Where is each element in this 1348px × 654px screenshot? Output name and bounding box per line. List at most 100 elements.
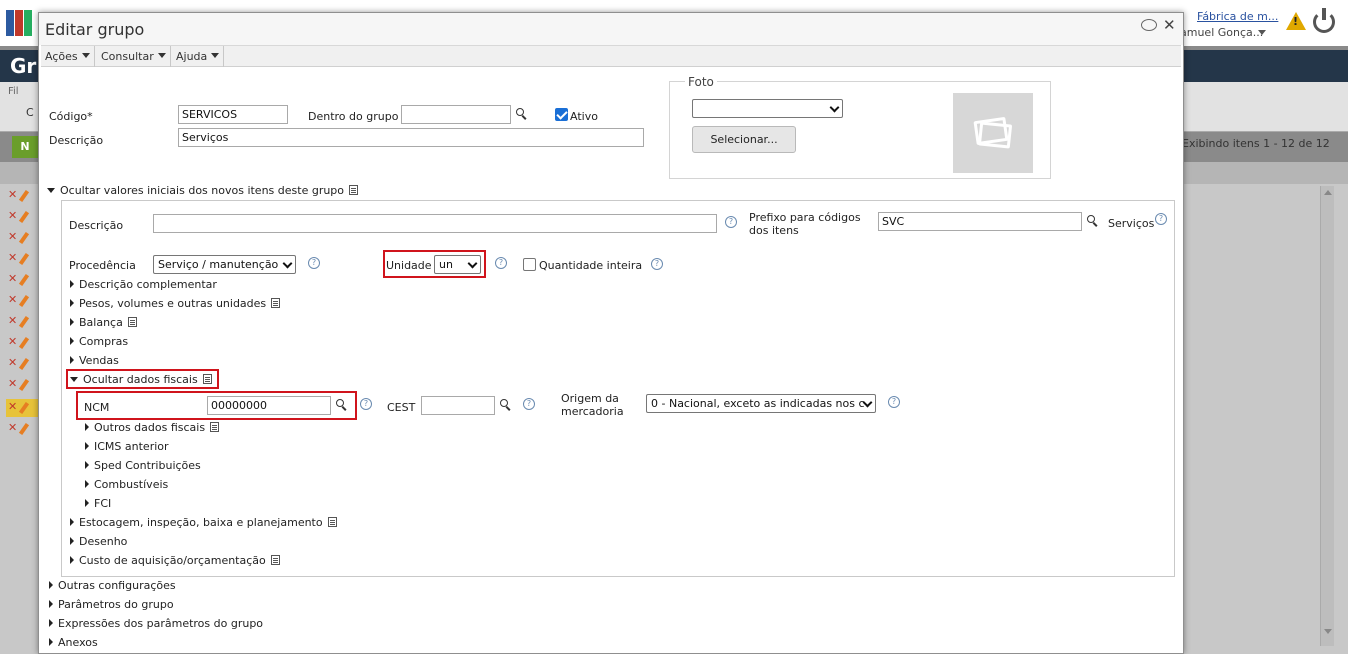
quantidade-inteira-checkbox[interactable] <box>523 258 536 271</box>
edit-icon[interactable] <box>18 273 30 287</box>
delete-icon[interactable]: ✕ <box>8 377 17 390</box>
section-outras-configuracoes[interactable]: Outras configurações <box>49 579 176 592</box>
chat-icon[interactable] <box>1141 19 1157 31</box>
section-anexos[interactable]: Anexos <box>49 636 98 649</box>
search-icon[interactable] <box>336 399 348 411</box>
help-icon[interactable]: ? <box>888 396 900 408</box>
section-balanca[interactable]: Balança <box>70 316 137 329</box>
search-icon[interactable] <box>500 399 512 411</box>
section-compras[interactable]: Compras <box>70 335 128 348</box>
dentro-grupo-input[interactable] <box>401 105 511 124</box>
edit-icon[interactable] <box>18 231 30 245</box>
document-icon[interactable] <box>349 185 359 195</box>
section-sped-contribuicoes[interactable]: Sped Contribuições <box>85 459 201 472</box>
edit-icon[interactable] <box>18 422 30 436</box>
edit-icon[interactable] <box>18 401 30 415</box>
edit-icon[interactable] <box>18 210 30 224</box>
menu-acoes[interactable]: Ações <box>41 46 95 67</box>
document-icon[interactable] <box>271 298 281 308</box>
help-icon[interactable]: ? <box>1155 213 1167 225</box>
edit-icon[interactable] <box>18 252 30 266</box>
codigo-input[interactable] <box>178 105 288 124</box>
ncm-input[interactable] <box>207 396 331 415</box>
delete-icon[interactable]: ✕ <box>8 188 17 201</box>
document-icon[interactable] <box>210 422 220 432</box>
delete-icon[interactable]: ✕ <box>8 209 17 222</box>
section-icms-anterior[interactable]: ICMS anterior <box>85 440 169 453</box>
selecionar-button[interactable]: Selecionar... <box>692 126 796 153</box>
section-vendas[interactable]: Vendas <box>70 354 119 367</box>
origem-select[interactable]: 0 - Nacional, exceto as indicadas nos c <box>646 394 876 413</box>
descricao-input[interactable] <box>178 128 644 147</box>
section-combustiveis[interactable]: Combustíveis <box>85 478 168 491</box>
scroll-up-icon[interactable] <box>1324 190 1332 195</box>
section-expressoes-parametros[interactable]: Expressões dos parâmetros do grupo <box>49 617 263 630</box>
help-icon[interactable]: ? <box>651 258 663 270</box>
delete-icon[interactable]: ✕ <box>8 314 17 327</box>
table-row[interactable]: ✕ <box>6 376 38 394</box>
delete-icon[interactable]: ✕ <box>8 230 17 243</box>
user-name[interactable]: amuel Gonça... <box>1180 26 1263 39</box>
delete-icon[interactable]: ✕ <box>8 356 17 369</box>
table-row-selected[interactable]: ✕ <box>6 399 38 417</box>
section-descricao-complementar[interactable]: Descrição complementar <box>70 278 217 291</box>
edit-icon[interactable] <box>18 357 30 371</box>
delete-icon[interactable]: ✕ <box>8 293 17 306</box>
help-icon[interactable]: ? <box>308 257 320 269</box>
document-icon[interactable] <box>327 517 337 527</box>
edit-icon[interactable] <box>18 294 30 308</box>
unidade-select[interactable]: un <box>434 255 481 274</box>
new-button[interactable]: N <box>12 136 38 158</box>
table-row[interactable]: ✕ <box>6 187 38 205</box>
edit-icon[interactable] <box>18 378 30 392</box>
delete-icon[interactable]: ✕ <box>8 251 17 264</box>
edit-icon[interactable] <box>18 189 30 203</box>
section-dados-fiscais[interactable]: Ocultar dados fiscais <box>70 373 212 386</box>
list-scrollbar[interactable] <box>1320 186 1334 646</box>
ativo-checkbox[interactable] <box>555 108 568 121</box>
search-icon[interactable] <box>516 108 528 120</box>
table-row[interactable]: ✕ <box>6 292 38 310</box>
help-icon[interactable]: ? <box>495 257 507 269</box>
chevron-down-icon[interactable] <box>1258 30 1266 35</box>
menu-ajuda[interactable]: Ajuda <box>172 46 225 67</box>
table-row[interactable]: ✕ <box>6 334 38 352</box>
table-row[interactable]: ✕ <box>6 250 38 268</box>
cest-input[interactable] <box>421 396 495 415</box>
help-icon[interactable]: ? <box>360 398 372 410</box>
edit-icon[interactable] <box>18 315 30 329</box>
table-row[interactable]: ✕ <box>6 420 38 438</box>
scroll-down-icon[interactable] <box>1324 629 1332 634</box>
search-icon[interactable] <box>1087 215 1099 227</box>
section-desenho[interactable]: Desenho <box>70 535 127 548</box>
help-icon[interactable]: ? <box>523 398 535 410</box>
table-row[interactable]: ✕ <box>6 313 38 331</box>
company-link[interactable]: Fábrica de m... <box>1197 10 1278 23</box>
close-icon[interactable]: ✕ <box>1163 16 1176 34</box>
edit-icon[interactable] <box>18 336 30 350</box>
table-row[interactable]: ✕ <box>6 355 38 373</box>
delete-icon[interactable]: ✕ <box>8 400 17 413</box>
app-logo-icon[interactable] <box>6 10 34 36</box>
document-icon[interactable] <box>202 374 212 384</box>
section-custo-aquisicao[interactable]: Custo de aquisição/orçamentação <box>70 554 280 567</box>
delete-icon[interactable]: ✕ <box>8 272 17 285</box>
section-parametros-grupo[interactable]: Parâmetros do grupo <box>49 598 174 611</box>
menu-consultar[interactable]: Consultar <box>97 46 171 67</box>
procedencia-select[interactable]: Serviço / manutenção <box>153 255 296 274</box>
table-row[interactable]: ✕ <box>6 229 38 247</box>
section-outros-dados-fiscais[interactable]: Outros dados fiscais <box>85 421 220 434</box>
foto-select[interactable] <box>692 99 843 118</box>
document-icon[interactable] <box>127 317 137 327</box>
delete-icon[interactable]: ✕ <box>8 421 17 434</box>
document-icon[interactable] <box>270 555 280 565</box>
iv-descricao-input[interactable] <box>153 214 717 233</box>
dialog-titlebar[interactable]: Editar grupo ✕ <box>39 13 1183 45</box>
table-row[interactable]: ✕ <box>6 208 38 226</box>
prefixo-input[interactable] <box>878 212 1082 231</box>
delete-icon[interactable]: ✕ <box>8 335 17 348</box>
section-estocagem[interactable]: Estocagem, inspeção, baixa e planejament… <box>70 516 337 529</box>
section-pesos-volumes[interactable]: Pesos, volumes e outras unidades <box>70 297 281 310</box>
section-fci[interactable]: FCI <box>85 497 111 510</box>
help-icon[interactable]: ? <box>725 216 737 228</box>
